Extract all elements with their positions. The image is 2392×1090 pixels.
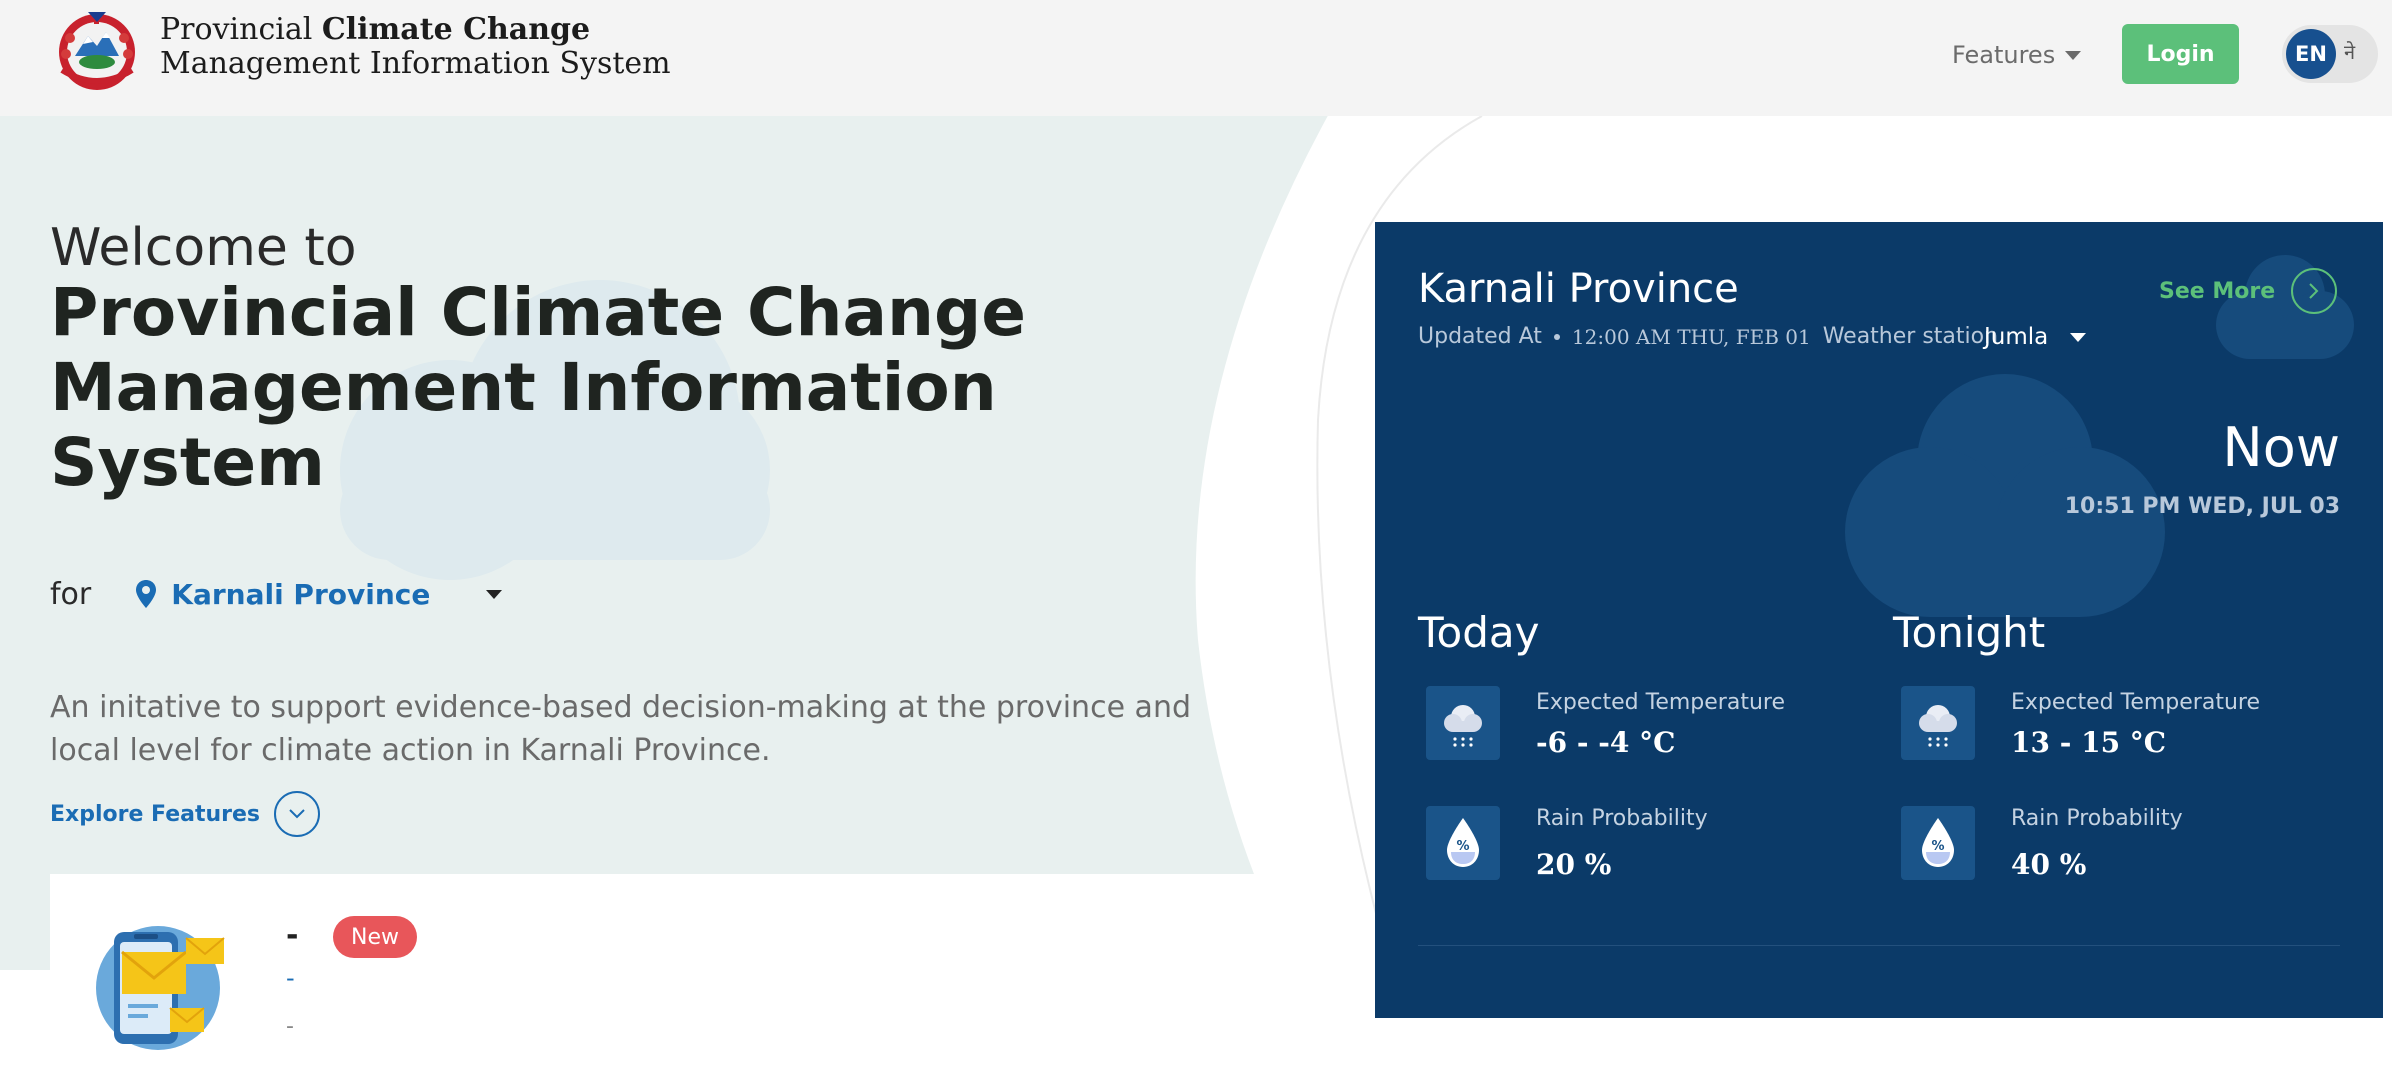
province-select[interactable]: Karnali Province (171, 578, 430, 611)
weather-station-label: Weather station (1822, 324, 1999, 349)
location-pin-icon (136, 580, 157, 608)
rain-drop-percent-icon: % (1426, 806, 1500, 880)
province-caret-down-icon[interactable] (486, 589, 503, 599)
tonight-rain-value: 40 % (2011, 848, 2087, 881)
hero-title-line1: Provincial Climate Change (50, 274, 1027, 351)
chevron-right-icon (2291, 268, 2338, 314)
tonight-temp-label: Expected Temperature (2011, 690, 2260, 715)
now-label: Now (2222, 416, 2340, 479)
snow-cloud-icon (1426, 686, 1500, 760)
weather-panel: Karnali Province Updated At 12:00 AM THU… (1375, 222, 2383, 1018)
notice-meta: - (286, 1014, 294, 1039)
dot-separator-icon (1553, 333, 1560, 340)
new-badge: New (333, 916, 417, 958)
caret-down-icon (2065, 50, 2082, 60)
snow-cloud-icon (1901, 686, 1975, 760)
svg-text:%: % (1931, 839, 1944, 854)
hero-title-line2: Management Information (50, 349, 997, 426)
cloud-decoration-icon (1845, 374, 2165, 617)
explore-features-label: Explore Features (50, 801, 260, 827)
hero-title-line3: System (50, 424, 325, 501)
today-temp-value: -6 - -4 °C (1536, 726, 1676, 759)
see-more-label: See More (2159, 278, 2276, 304)
now-time: 10:51 PM WED, JUL 03 (2064, 494, 2340, 519)
welcome-text: Welcome to (50, 218, 357, 278)
weather-station-select[interactable]: Jumla (1984, 322, 2087, 352)
tonight-rain-label: Rain Probability (2011, 806, 2183, 831)
notice-link[interactable]: - (286, 964, 295, 992)
today-title: Today (1418, 608, 1540, 657)
updated-label: Updated At (1418, 324, 1542, 349)
features-label: Features (1952, 41, 2056, 69)
today-temp-label: Expected Temperature (1536, 690, 1785, 715)
notice-title: - (286, 918, 299, 953)
today-rain-value: 20 % (1536, 848, 1612, 881)
tonight-title: Tonight (1893, 608, 2046, 657)
today-rain-label: Rain Probability (1536, 806, 1708, 831)
svg-text:%: % (1456, 839, 1469, 854)
language-toggle[interactable]: EN ने (2282, 25, 2378, 83)
lang-en-option[interactable]: EN (2286, 29, 2336, 79)
weather-province-title: Karnali Province (1418, 266, 1739, 312)
see-more-link[interactable]: See More (2159, 266, 2338, 316)
tonight-temp-value: 13 - 15 °C (2011, 726, 2167, 759)
chevron-down-icon (274, 791, 320, 837)
hero-title: Provincial Climate Change Management Inf… (50, 275, 1050, 500)
rain-drop-percent-icon: % (1901, 806, 1975, 880)
weather-updated-at: Updated At 12:00 AM THU, FEB 01 Weather … (1418, 324, 1998, 349)
for-label: for (50, 576, 92, 612)
phone-mail-illustration-icon (96, 926, 225, 1050)
weather-station-value: Jumla (1984, 324, 2049, 350)
updated-time: 12:00 AM THU, FEB 01 (1571, 324, 1811, 349)
lang-ne-option[interactable]: ने (2344, 38, 2355, 65)
hero-description: An initative to support evidence-based d… (50, 690, 1191, 768)
station-caret-down-icon (2070, 332, 2087, 342)
notice-card: - New - - (50, 874, 1360, 1084)
features-dropdown[interactable]: Features (1952, 38, 2082, 72)
province-selector-row: for Karnali Province (50, 572, 503, 616)
explore-features-link[interactable]: Explore Features (50, 790, 320, 838)
login-button[interactable]: Login (2122, 24, 2239, 84)
weather-divider (1418, 945, 2340, 946)
